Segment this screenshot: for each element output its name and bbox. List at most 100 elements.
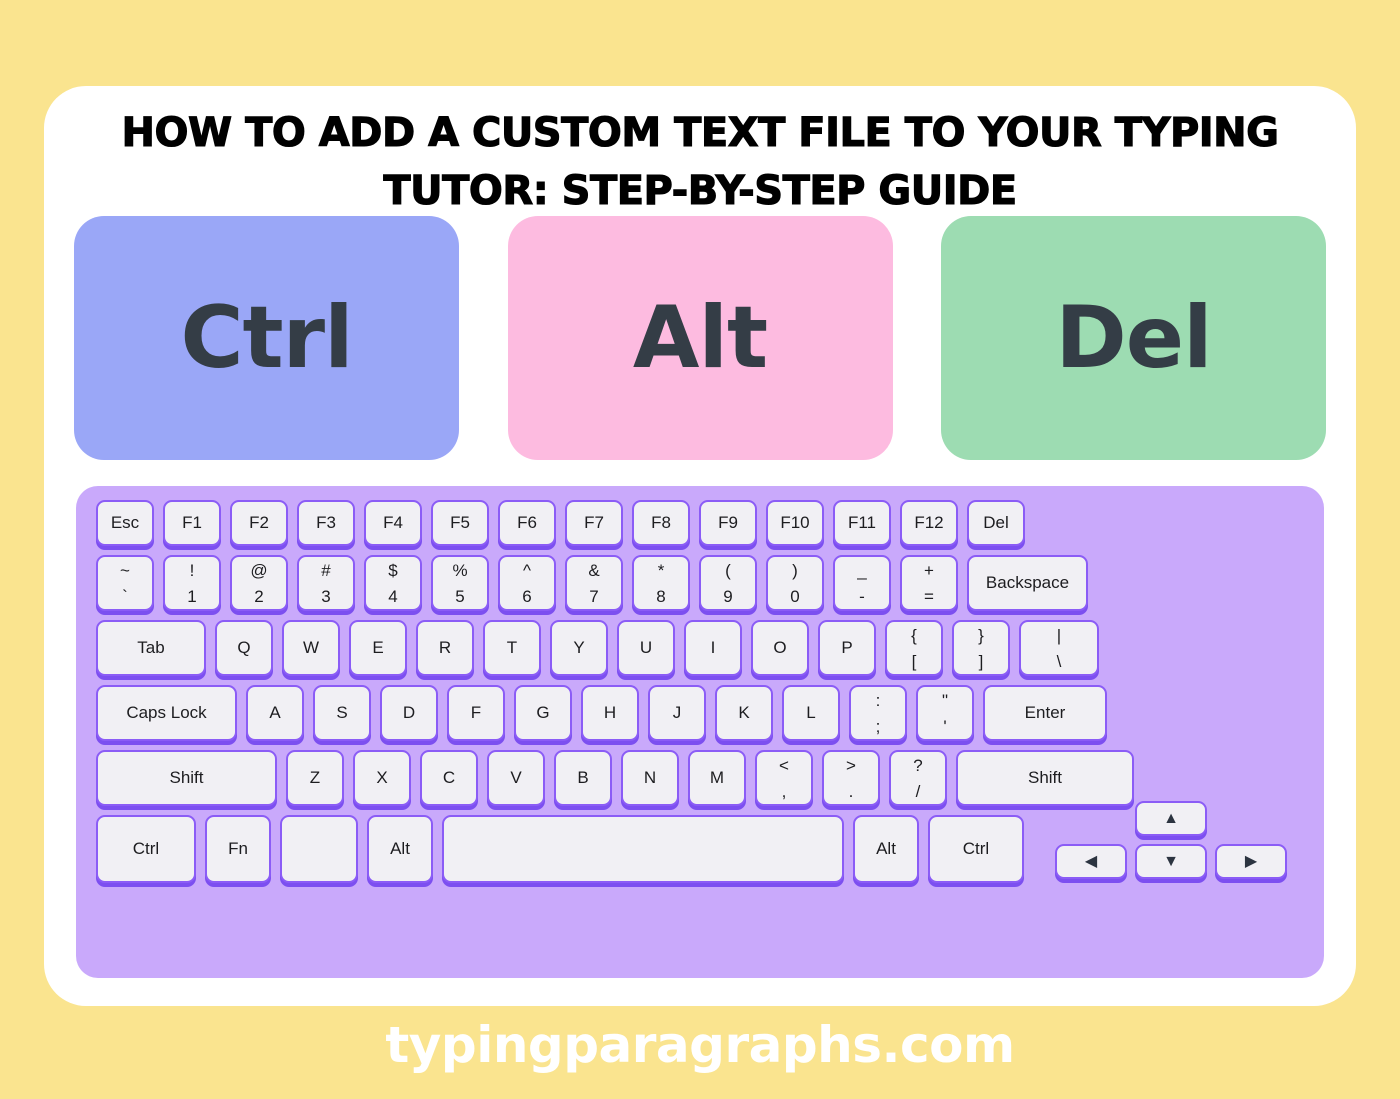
key-6[interactable]: ^ 6 (498, 555, 556, 611)
key-label: Ctrl (962, 839, 990, 858)
key-l[interactable]: L (782, 685, 840, 741)
key-shift-right[interactable]: Shift (956, 750, 1134, 806)
key-[interactable]: _ - (833, 555, 891, 611)
key-9[interactable]: (9 (699, 555, 757, 611)
key-[interactable]: }] (952, 620, 1010, 676)
key-f6[interactable]: F6 (498, 500, 556, 546)
arrow-down-key[interactable]: ▼ (1135, 844, 1207, 879)
key-0[interactable]: ) 0 (766, 555, 824, 611)
key-f2[interactable]: F2 (230, 500, 288, 546)
key-c[interactable]: C (420, 750, 478, 806)
arrow-left-key[interactable]: ◀ (1055, 844, 1127, 879)
key-f4[interactable]: F4 (364, 500, 422, 546)
arrow-right-key[interactable]: ▶ (1215, 844, 1287, 879)
key-label: E (372, 638, 384, 657)
key-label: F2 (249, 513, 269, 532)
key-[interactable]: " ' (916, 685, 974, 741)
key-f10[interactable]: F10 (766, 500, 824, 546)
key-[interactable]: >. (822, 750, 880, 806)
key-symbol-bottom: 1 (187, 587, 197, 606)
key-q[interactable]: Q (215, 620, 273, 676)
key-backspace[interactable]: Backspace (967, 555, 1088, 611)
key-label: Caps Lock (126, 703, 207, 722)
key-2[interactable]: @2 (230, 555, 288, 611)
key-tab[interactable]: Tab (96, 620, 206, 676)
arrow-right-icon: ▶ (1244, 852, 1258, 870)
key-[interactable]: <, (755, 750, 813, 806)
key-fn[interactable]: Fn (205, 815, 271, 883)
arrow-key-cluster: ▲ ◀ ▼ ▶ (1055, 801, 1295, 883)
key-win[interactable] (280, 815, 358, 883)
key-s[interactable]: S (313, 685, 371, 741)
key-j[interactable]: J (648, 685, 706, 741)
big-key-alt[interactable]: Alt (507, 216, 893, 460)
key-esc[interactable]: Esc (96, 500, 154, 546)
key-1[interactable]: ! 1 (163, 555, 221, 611)
big-key-ctrl[interactable]: Ctrl (74, 216, 459, 460)
key-i[interactable]: I (684, 620, 742, 676)
key-b[interactable]: B (554, 750, 612, 806)
key-label: G (536, 703, 550, 722)
key-u[interactable]: U (617, 620, 675, 676)
key-label: F1 (182, 513, 202, 532)
key-alt-left[interactable]: Alt (367, 815, 433, 883)
key-symbol-top: : (875, 691, 881, 710)
key-f3[interactable]: F3 (297, 500, 355, 546)
key-k[interactable]: K (715, 685, 773, 741)
key-z[interactable]: Z (286, 750, 344, 806)
keyboard-row-function: Esc F1 F2 F3 F4 F5 F6 F7 F8 F9 F10 F11 F12 Del (96, 500, 1304, 546)
key-4[interactable]: $4 (364, 555, 422, 611)
key-f7[interactable]: F7 (565, 500, 623, 546)
key-symbol-bottom: 4 (388, 587, 398, 606)
big-key-del[interactable]: Del (941, 216, 1326, 460)
key-label: Z (309, 768, 321, 787)
key-f9[interactable]: F9 (699, 500, 757, 546)
key-f11[interactable]: F11 (833, 500, 891, 546)
key-symbol-bottom: ] (978, 652, 984, 671)
key-label: C (442, 768, 456, 787)
key-[interactable]: ? / (889, 750, 947, 806)
key-y[interactable]: Y (550, 620, 608, 676)
key-n[interactable]: N (621, 750, 679, 806)
key-f1[interactable]: F1 (163, 500, 221, 546)
key-[interactable]: ~ ` (96, 555, 154, 611)
key-del[interactable]: Del (967, 500, 1025, 546)
key-alt-right[interactable]: Alt (853, 815, 919, 883)
key-symbol-bottom: 2 (254, 587, 264, 606)
key-5[interactable]: % 5 (431, 555, 489, 611)
key-h[interactable]: H (581, 685, 639, 741)
key-[interactable]: :; (849, 685, 907, 741)
key-o[interactable]: O (751, 620, 809, 676)
key-label: F11 (847, 513, 877, 532)
key-shift-left[interactable]: Shift (96, 750, 277, 806)
key-t[interactable]: T (483, 620, 541, 676)
key-8[interactable]: * 8 (632, 555, 690, 611)
key-caps-lock[interactable]: Caps Lock (96, 685, 237, 741)
key-f5[interactable]: F5 (431, 500, 489, 546)
key-a[interactable]: A (246, 685, 304, 741)
key-f12[interactable]: F12 (900, 500, 958, 546)
key-ctrl-right[interactable]: Ctrl (928, 815, 1024, 883)
key-r[interactable]: R (416, 620, 474, 676)
key-m[interactable]: M (688, 750, 746, 806)
key-space[interactable] (442, 815, 844, 883)
key-ctrl-left[interactable]: Ctrl (96, 815, 196, 883)
key-v[interactable]: V (487, 750, 545, 806)
key-x[interactable]: X (353, 750, 411, 806)
key-[interactable]: {[ (885, 620, 943, 676)
key-f8[interactable]: F8 (632, 500, 690, 546)
key-[interactable]: + = (900, 555, 958, 611)
key-[interactable]: | \ (1019, 620, 1099, 676)
key-w[interactable]: W (282, 620, 340, 676)
key-label: F6 (517, 513, 537, 532)
key-3[interactable]: #3 (297, 555, 355, 611)
arrow-up-key[interactable]: ▲ (1135, 801, 1207, 836)
key-p[interactable]: P (818, 620, 876, 676)
key-symbol-top: } (978, 626, 984, 645)
key-enter[interactable]: Enter (983, 685, 1107, 741)
key-7[interactable]: & 7 (565, 555, 623, 611)
key-e[interactable]: E (349, 620, 407, 676)
key-g[interactable]: G (514, 685, 572, 741)
key-d[interactable]: D (380, 685, 438, 741)
key-f[interactable]: F (447, 685, 505, 741)
